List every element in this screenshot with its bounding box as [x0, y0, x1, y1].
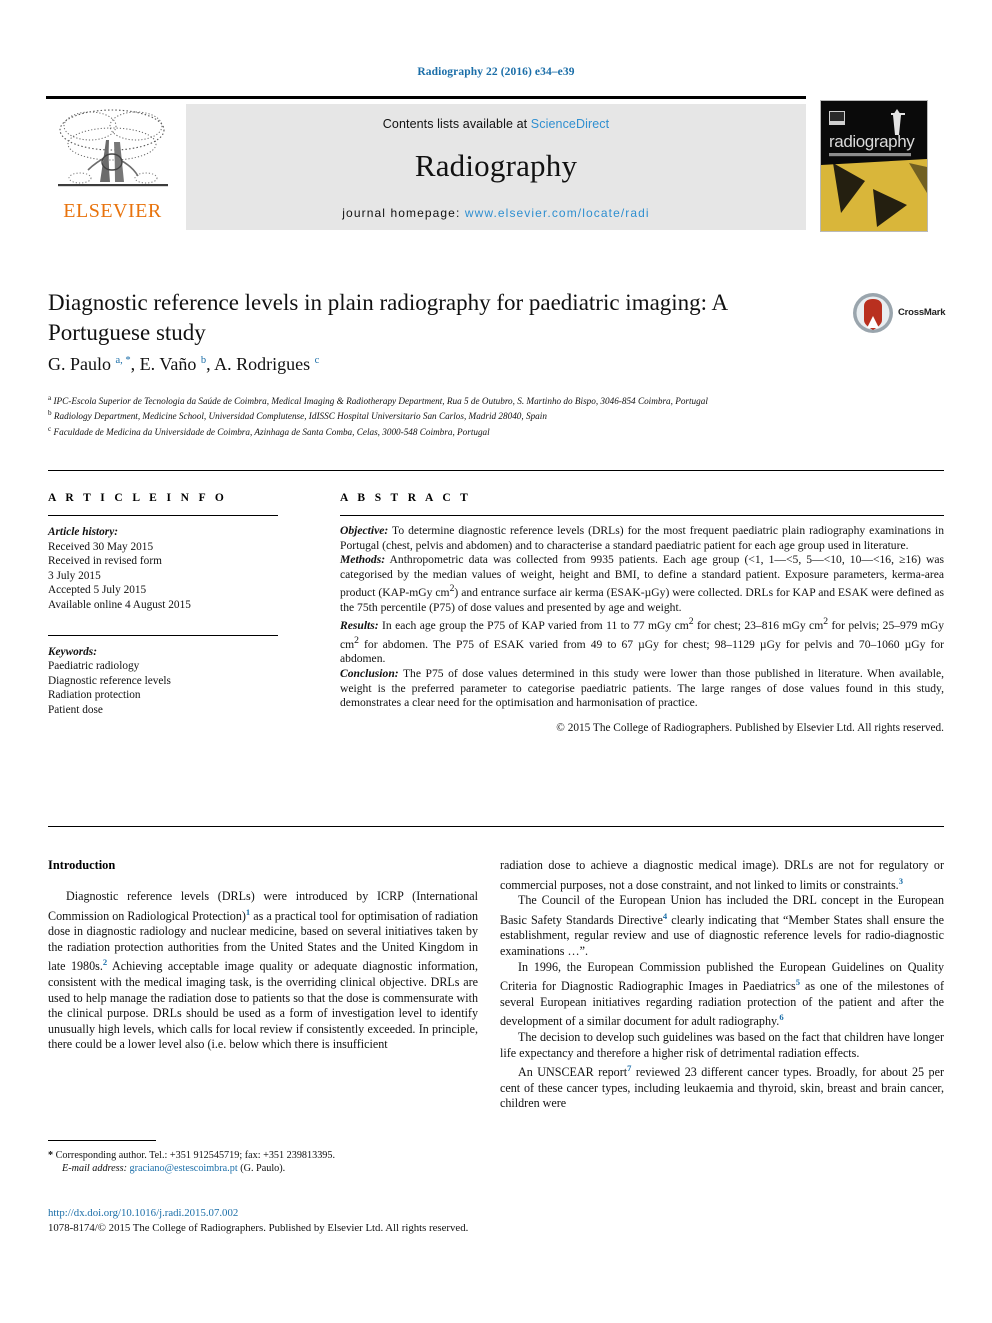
sciencedirect-link[interactable]: ScienceDirect [531, 117, 609, 131]
introduction-heading: Introduction [48, 858, 116, 872]
abstract-methods-text: Anthropometric data was collected from 9… [340, 553, 944, 614]
contents-label: Contents lists available at [382, 117, 528, 131]
affiliation-c: c Faculdade de Medicina da Universidade … [48, 423, 848, 438]
introduction-right-text: radiation dose to achieve a diagnostic m… [500, 858, 944, 1112]
abstract-copyright: © 2015 The College of Radiographers. Pub… [556, 721, 944, 734]
abstract-methods: Methods: Anthropometric data was collect… [340, 553, 944, 615]
page-title: Diagnostic reference levels in plain rad… [48, 290, 727, 345]
history-item: Accepted 5 July 2015 [48, 584, 147, 597]
affiliation-marker-c: c [48, 424, 52, 433]
crossmark-icon [853, 293, 893, 333]
affiliation-b: b Radiology Department, Medicine School,… [48, 407, 848, 422]
paragraph: In 1996, the European Commission publish… [500, 959, 944, 1029]
journal-homepage-line: journal homepage: www.elsevier.com/locat… [186, 206, 806, 220]
info-band-bottom-rule [48, 826, 944, 827]
keyword-item: Paediatric radiology [48, 660, 140, 673]
keyword-item: Radiation protection [48, 689, 141, 702]
introduction-left-text: Diagnostic reference levels (DRLs) were … [48, 889, 478, 1053]
masthead-top-rule [46, 96, 806, 99]
author-list: G. Paulo a, *, E. Vaño b, A. Rodrigues c [48, 354, 320, 374]
body-column-left: Introduction Diagnostic reference levels… [48, 858, 478, 1053]
journal-cover-image: radiography [820, 100, 928, 232]
abstract-section: A B S T R A C T Objective: To determine … [340, 492, 944, 735]
affiliation-a: a IPC-Escola Superior de Tecnologia da S… [48, 392, 848, 407]
footnote-rule [48, 1140, 156, 1141]
abstract-rule [340, 515, 944, 516]
doi-link[interactable]: http://dx.doi.org/10.1016/j.radi.2015.07… [48, 1206, 688, 1221]
affiliation-marker-b: b [48, 409, 52, 418]
contents-line: Contents lists available at ScienceDirec… [186, 104, 806, 131]
article-history-block: Article history: Received 30 May 2015 Re… [48, 525, 298, 613]
paragraph: The Council of the European Union has in… [500, 893, 944, 959]
abstract-results-label: Results: [340, 619, 379, 633]
keyword-item: Patient dose [48, 703, 103, 716]
abstract-results-text: In each age group the P75 of KAP varied … [340, 616, 945, 666]
affiliation-text-b: Radiology Department, Medicine School, U… [53, 411, 547, 422]
journal-masthead: ELSEVIER Contents lists available at Sci… [46, 96, 946, 232]
keyword-item: Diagnostic reference levels [48, 674, 171, 687]
svg-text:radiography: radiography [829, 132, 915, 151]
rights-line: 1078-8174/© 2015 The College of Radiogra… [48, 1222, 469, 1234]
email-line: E-mail address: graciano@estescoimbra.pt… [48, 1162, 478, 1175]
corresponding-author-line: * Corresponding author. Tel.: +351 91254… [48, 1150, 336, 1161]
email-link[interactable]: graciano@estescoimbra.pt [130, 1163, 238, 1174]
abstract-conclusion-label: Conclusion: [340, 666, 399, 680]
paragraph: Diagnostic reference levels (DRLs) were … [48, 889, 478, 1052]
paper-page: Radiography 22 (2016) e34–e39 ELSEVIER C… [0, 0, 992, 1323]
crossmark-badge[interactable]: CrossMark [852, 292, 948, 338]
history-item: Received in revised form [48, 555, 162, 568]
keywords-block: Keywords: Paediatric radiology Diagnosti… [48, 645, 298, 718]
abstract-objective-text: To determine diagnostic reference levels… [340, 524, 944, 552]
abstract-heading: A B S T R A C T [340, 492, 472, 504]
abstract-methods-label: Methods: [340, 553, 386, 567]
running-head: Radiography 22 (2016) e34–e39 [417, 66, 575, 78]
history-item: Available online 4 August 2015 [48, 598, 191, 611]
email-label: E-mail address: [62, 1163, 127, 1175]
masthead-banner: Contents lists available at ScienceDirec… [186, 104, 806, 230]
abstract-results: Results: In each age group the P75 of KA… [340, 615, 944, 667]
history-item: 3 July 2015 [48, 569, 101, 582]
info-band-top-rule [48, 470, 944, 471]
elsevier-logo: ELSEVIER [46, 104, 179, 230]
affiliation-marker-a: a [48, 394, 52, 402]
page-footer: http://dx.doi.org/10.1016/j.radi.2015.07… [48, 1206, 688, 1236]
abstract-body: Objective: To determine diagnostic refer… [340, 524, 944, 735]
abstract-conclusion: Conclusion: The P75 of dose values deter… [340, 667, 944, 711]
keywords-label: Keywords: [48, 645, 97, 658]
keywords-rule [48, 634, 278, 636]
affiliation-text-c: Faculdade de Medicina da Universidade de… [53, 427, 490, 437]
affiliation-text-a: IPC-Escola Superior de Tecnologia da Saú… [53, 396, 708, 407]
affiliation-list: a IPC-Escola Superior de Tecnologia da S… [48, 392, 848, 438]
paragraph: An UNSCEAR report7 reviewed 23 different… [500, 1063, 944, 1111]
homepage-link[interactable]: www.elsevier.com/locate/radi [465, 206, 650, 220]
article-history-label: Article history: [48, 526, 118, 538]
paragraph: radiation dose to achieve a diagnostic m… [500, 858, 944, 892]
abstract-conclusion-text: The P75 of dose values determined in thi… [340, 666, 944, 710]
email-owner: (G. Paulo). [240, 1163, 286, 1175]
journal-title: Radiography [414, 148, 578, 183]
article-info-heading: A R T I C L E I N F O [48, 492, 228, 504]
elsevier-wordmark: ELSEVIER [63, 200, 162, 222]
paragraph: The decision to develop such guidelines … [500, 1030, 944, 1060]
elsevier-tree-icon [57, 109, 168, 187]
corresponding-author-footnote: * Corresponding author. Tel.: +351 91254… [48, 1140, 478, 1176]
article-info-rule [48, 515, 278, 516]
homepage-label: journal homepage: [342, 206, 461, 220]
history-item: Received 30 May 2015 [48, 540, 154, 553]
crossmark-label: CrossMark [898, 307, 946, 318]
abstract-objective: Objective: To determine diagnostic refer… [340, 524, 944, 553]
cover-artwork: radiography [821, 101, 927, 231]
article-info-section: A R T I C L E I N F O Article history: R… [48, 492, 298, 718]
abstract-objective-label: Objective: [340, 524, 389, 537]
body-column-right: radiation dose to achieve a diagnostic m… [500, 858, 944, 1112]
